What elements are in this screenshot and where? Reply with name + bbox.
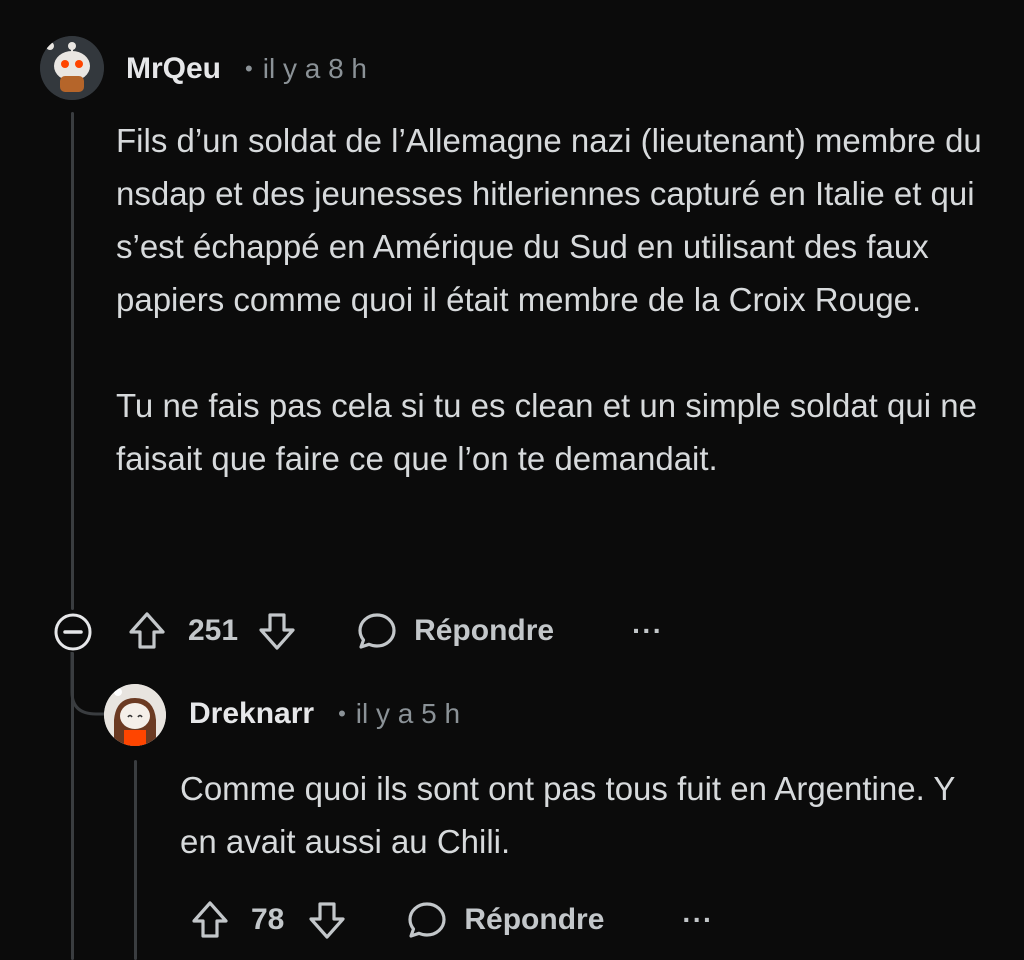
vote-count: 251 — [188, 614, 239, 647]
reply-button[interactable]: Répondre — [406, 899, 604, 941]
thread-line-reply[interactable] — [134, 760, 137, 960]
vote-count: 78 — [251, 903, 285, 936]
more-options-icon[interactable]: ··· — [632, 615, 663, 647]
author-name[interactable]: Dreknarr — [189, 697, 314, 731]
comment-paragraph: Fils d’un soldat de l’Allemagne nazi (li… — [116, 122, 982, 318]
collapse-button[interactable] — [53, 612, 93, 652]
snoo-avatar-icon — [104, 684, 166, 746]
reply-bubble-icon — [358, 613, 396, 649]
reply-label: Répondre — [414, 614, 555, 647]
upvote-button[interactable] — [189, 899, 231, 941]
reply-label: Répondre — [464, 903, 605, 936]
avatar[interactable] — [40, 36, 104, 100]
upvote-button[interactable] — [126, 610, 168, 652]
comment-actions: 78 Répondre ··· — [189, 897, 713, 943]
downvote-icon — [259, 613, 295, 650]
upvote-icon — [129, 612, 165, 649]
downvote-button[interactable] — [256, 610, 298, 652]
upvote-icon — [192, 901, 228, 938]
snoo-avatar-icon — [40, 36, 104, 100]
comment-header: MrQeu • il y a 8 h — [126, 48, 367, 90]
comment-header: Dreknarr • il y a 5 h — [189, 693, 460, 735]
downvote-button[interactable] — [306, 899, 348, 941]
comment-paragraph: Tu ne fais pas cela si tu es clean et un… — [116, 387, 977, 477]
more-options-icon[interactable]: ··· — [682, 904, 713, 936]
separator-dot: • — [338, 701, 346, 726]
comment-body: Comme quoi ils sont ont pas tous fuit en… — [180, 762, 980, 868]
comment-actions: 251 Répondre ··· — [126, 608, 663, 654]
avatar[interactable] — [104, 684, 166, 746]
reply-bubble-icon — [408, 902, 446, 938]
comment-body: Fils d’un soldat de l’Allemagne nazi (li… — [116, 114, 996, 485]
thread-line-main[interactable] — [71, 112, 74, 610]
timestamp[interactable]: il y a 8 h — [263, 53, 367, 85]
reply-button[interactable]: Répondre — [356, 610, 554, 652]
timestamp[interactable]: il y a 5 h — [356, 698, 460, 730]
separator-dot: • — [245, 56, 253, 81]
downvote-icon — [309, 902, 345, 939]
author-name[interactable]: MrQeu — [126, 52, 221, 86]
collapse-icon — [54, 613, 92, 651]
comment-paragraph: Comme quoi ils sont ont pas tous fuit en… — [180, 770, 955, 860]
